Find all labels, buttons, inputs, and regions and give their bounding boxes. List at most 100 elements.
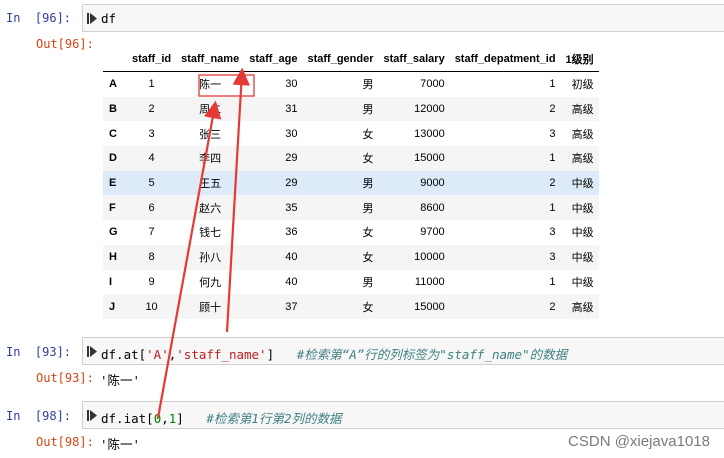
table-cell: 男 xyxy=(362,178,374,191)
table-cell: 40 xyxy=(285,275,298,288)
table-cell: 3 xyxy=(148,127,155,140)
table-cell: 29 xyxy=(285,152,298,165)
table-cell: 1 xyxy=(549,201,556,214)
dataframe-table: staff_id staff_name staff_age staff_gend… xyxy=(103,46,599,319)
table-cell: 李四 xyxy=(199,153,222,166)
row-index: J xyxy=(109,300,116,313)
table-row: G 7 钱七 36 女 9700 3 中级 xyxy=(103,220,599,245)
code-close: ] xyxy=(266,347,275,362)
table-cell: 9700 xyxy=(420,226,445,239)
table-header-row: staff_id staff_name staff_age staff_gend… xyxy=(103,46,599,72)
column-header: staff_depatment_id xyxy=(449,46,561,72)
table-cell: 11000 xyxy=(414,275,445,288)
table-cell: 3 xyxy=(549,226,556,239)
row-index: I xyxy=(109,275,113,288)
row-index: F xyxy=(109,201,116,214)
table-cell: 中级 xyxy=(571,252,594,265)
table-cell: 7000 xyxy=(420,78,445,91)
table-row: A 1 陈一 30 男 7000 1 初级 xyxy=(103,72,599,97)
table-cell: 31 xyxy=(285,103,298,116)
table-cell: 中级 xyxy=(571,202,594,215)
code-text: df.iat[0,1] #检索第1行第2列的数据 xyxy=(101,408,341,427)
table-cell: 2 xyxy=(549,177,556,190)
table-cell: 37 xyxy=(285,300,298,313)
code-text: df.at['A','staff_name'] #检索第“A”行的列标签为"st… xyxy=(101,344,567,363)
column-header: staff_age xyxy=(244,46,303,72)
watermark: CSDN @xiejava1018 xyxy=(568,433,710,450)
column-header: staff_salary xyxy=(378,46,450,72)
table-cell: 女 xyxy=(362,227,374,240)
table-cell: 男 xyxy=(362,276,374,289)
table-row: B 2 周二 31 男 12000 2 高级 xyxy=(103,96,599,122)
table-cell: 高级 xyxy=(571,301,594,314)
table-cell: 1 xyxy=(549,152,556,165)
table-cell: 何九 xyxy=(199,276,222,289)
table-cell: 7 xyxy=(148,226,155,239)
table-cell: 高级 xyxy=(571,153,594,166)
output-value-98: '陈一' xyxy=(100,437,141,452)
row-index: A xyxy=(109,78,117,91)
table-cell: 男 xyxy=(362,104,374,117)
code-close: ] xyxy=(176,411,184,426)
run-cell-icon[interactable] xyxy=(87,346,97,357)
table-cell: 10000 xyxy=(414,251,445,264)
column-header: staff_name xyxy=(176,46,245,72)
table-cell: 周二 xyxy=(199,104,222,117)
column-header: staff_gender xyxy=(302,46,379,72)
table-cell: 钱七 xyxy=(199,227,222,240)
input-prompt-96: In [96]: xyxy=(6,11,72,25)
table-cell: 9 xyxy=(148,275,155,288)
table-cell: 36 xyxy=(285,226,298,239)
code-separator: , xyxy=(161,411,169,426)
table-cell: 6 xyxy=(148,201,155,214)
table-cell: 10 xyxy=(145,300,158,313)
code-call: df.iat[ xyxy=(101,411,154,426)
table-cell: 初级 xyxy=(571,79,594,92)
input-prompt-93: In [93]: xyxy=(6,345,72,359)
table-row: J 10 顾十 37 女 15000 2 高级 xyxy=(103,294,599,319)
column-header: 1级别 xyxy=(560,46,599,72)
table-cell: 高级 xyxy=(571,104,594,117)
table-cell: 男 xyxy=(362,202,374,215)
table-row: D 4 李四 29 女 15000 1 高级 xyxy=(103,146,599,171)
table-cell: 中级 xyxy=(571,178,594,191)
row-index: D xyxy=(109,152,117,165)
code-cell-93[interactable]: df.at['A','staff_name'] #检索第“A”行的列标签为"st… xyxy=(82,337,724,365)
code-cell-96[interactable]: df xyxy=(82,4,724,32)
table-cell: 9000 xyxy=(420,177,445,190)
table-cell: 王五 xyxy=(199,178,222,191)
table-cell: 女 xyxy=(362,153,374,166)
table-cell: 4 xyxy=(148,152,155,165)
table-cell: 2 xyxy=(549,300,556,313)
table-cell: 8600 xyxy=(420,201,445,214)
code-comment: #检索第1行第2列的数据 xyxy=(206,411,342,426)
table-cell: 30 xyxy=(285,127,298,140)
table-cell: 3 xyxy=(549,251,556,264)
code-comment: #检索第“A”行的列标签为"staff_name"的数据 xyxy=(296,347,568,362)
table-cell: 女 xyxy=(362,301,374,314)
row-index: B xyxy=(109,103,117,116)
table-cell: 1 xyxy=(549,275,556,288)
table-row: E 5 王五 29 男 9000 2 中级 xyxy=(103,170,599,196)
code-cell-98[interactable]: df.iat[0,1] #检索第1行第2列的数据 xyxy=(82,401,724,429)
row-index: G xyxy=(109,226,118,239)
output-value-93: '陈一' xyxy=(100,373,141,388)
row-index: C xyxy=(109,127,117,140)
table-cell: 2 xyxy=(148,103,155,116)
table-cell: 陈一 xyxy=(199,79,222,92)
run-cell-icon[interactable] xyxy=(87,13,97,24)
table-cell: 2 xyxy=(549,103,556,116)
table-cell: 15000 xyxy=(414,300,445,313)
code-column-label: 'staff_name' xyxy=(176,347,267,362)
table-cell: 5 xyxy=(148,177,155,190)
table-cell: 孙八 xyxy=(199,252,222,265)
code-row-label: 'A' xyxy=(146,347,169,362)
code-text: df xyxy=(101,11,117,26)
code-call: df.at[ xyxy=(101,347,147,362)
table-cell: 40 xyxy=(285,251,298,264)
table-cell: 12000 xyxy=(414,103,445,116)
table-row: F 6 赵六 35 男 8600 1 中级 xyxy=(103,195,599,221)
table-cell: 29 xyxy=(285,177,298,190)
run-cell-icon[interactable] xyxy=(87,410,97,421)
table-cell: 高级 xyxy=(571,128,594,141)
